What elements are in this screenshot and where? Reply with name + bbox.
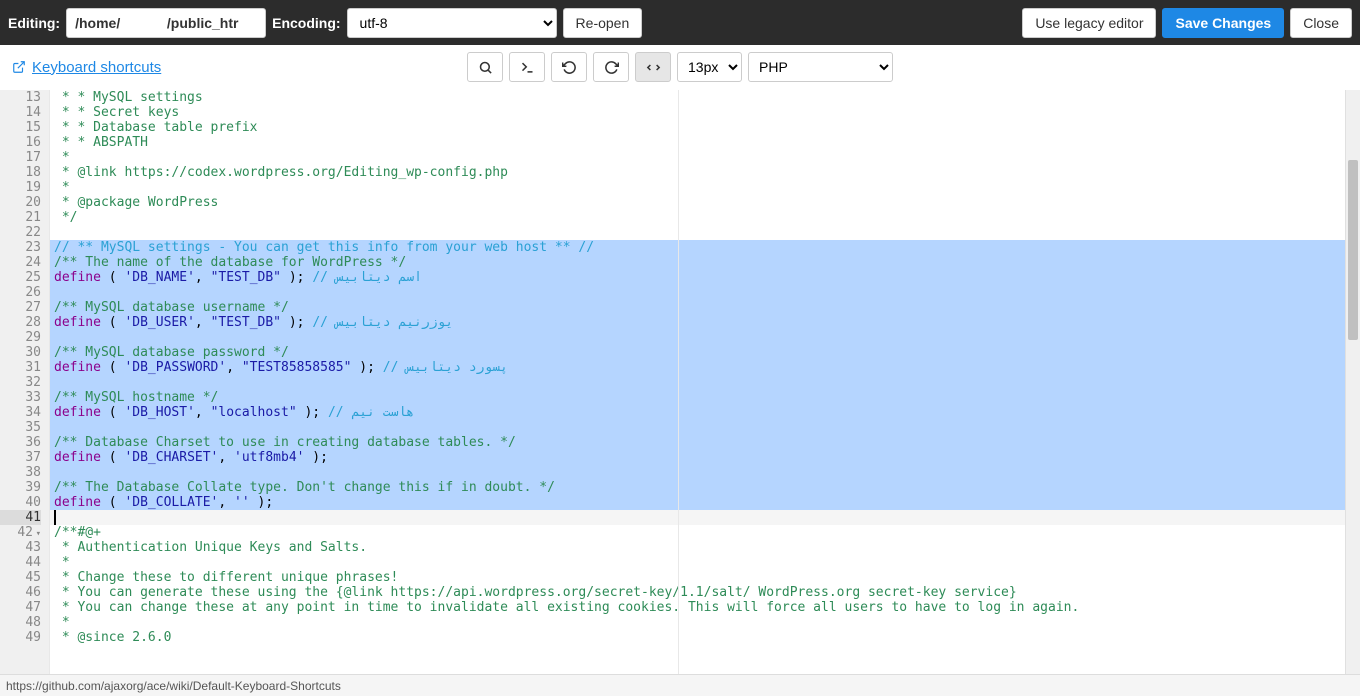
toolbar-center: 13px PHP	[467, 52, 893, 82]
file-path-input[interactable]	[66, 8, 266, 38]
search-button[interactable]	[467, 52, 503, 82]
encoding-label: Encoding:	[272, 15, 340, 31]
encoding-select[interactable]: utf-8	[347, 8, 557, 38]
code-area[interactable]: * * MySQL settings * * Secret keys * * D…	[50, 90, 1345, 674]
legacy-editor-button[interactable]: Use legacy editor	[1022, 8, 1156, 38]
undo-button[interactable]	[551, 52, 587, 82]
editing-label: Editing:	[8, 15, 60, 31]
save-changes-button[interactable]: Save Changes	[1162, 8, 1284, 38]
wrap-icon	[645, 60, 662, 75]
close-button[interactable]: Close	[1290, 8, 1352, 38]
status-link: https://github.com/ajaxorg/ace/wiki/Defa…	[6, 679, 341, 693]
keyboard-shortcuts-label: Keyboard shortcuts	[32, 59, 161, 76]
editor: 1314151617181920212223242526272829303132…	[0, 90, 1360, 674]
font-size-select[interactable]: 13px	[677, 52, 742, 82]
redo-icon	[604, 60, 619, 75]
terminal-icon	[520, 60, 535, 75]
terminal-button[interactable]	[509, 52, 545, 82]
scroll-thumb[interactable]	[1348, 160, 1358, 340]
keyboard-shortcuts-link[interactable]: Keyboard shortcuts	[12, 59, 161, 76]
print-margin	[678, 90, 679, 674]
topbar-right: Use legacy editor Save Changes Close	[1022, 8, 1352, 38]
wrap-button[interactable]	[635, 52, 671, 82]
reopen-button[interactable]: Re-open	[563, 8, 643, 38]
topbar-left: Editing: Encoding: utf-8 Re-open	[8, 8, 642, 38]
gutter[interactable]: 1314151617181920212223242526272829303132…	[0, 90, 50, 674]
undo-icon	[562, 60, 577, 75]
vertical-scrollbar[interactable]	[1345, 90, 1360, 674]
redo-button[interactable]	[593, 52, 629, 82]
language-select[interactable]: PHP	[748, 52, 893, 82]
status-bar: https://github.com/ajaxorg/ace/wiki/Defa…	[0, 674, 1360, 696]
external-link-icon	[12, 60, 26, 74]
toolbar: Keyboard shortcuts 13px PHP	[0, 45, 1360, 90]
search-icon	[478, 60, 493, 75]
top-bar: Editing: Encoding: utf-8 Re-open Use leg…	[0, 0, 1360, 45]
